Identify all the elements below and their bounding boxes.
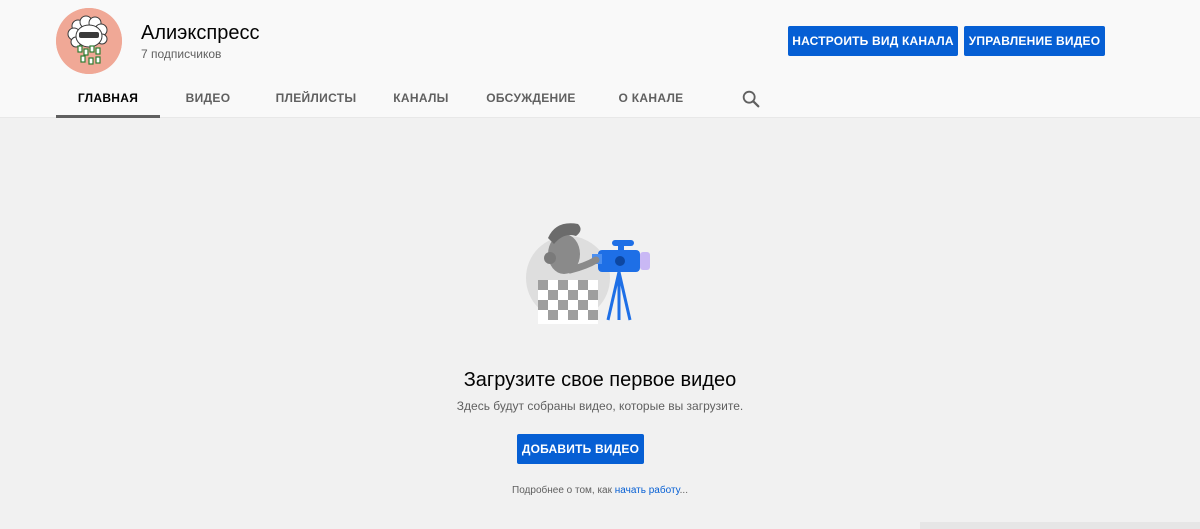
learn-more-suffix: ... (679, 485, 688, 496)
tab-playlists[interactable]: ПЛЕЙЛИСТЫ (256, 80, 376, 118)
subscriber-count: 7 подписчиков (141, 47, 222, 61)
tab-discussion[interactable]: ОБСУЖДЕНИЕ (466, 80, 596, 118)
search-icon[interactable] (740, 88, 762, 110)
tab-home[interactable]: ГЛАВНАЯ (56, 80, 160, 118)
camera-operator-illustration (520, 214, 660, 334)
tab-videos[interactable]: ВИДЕО (160, 80, 256, 118)
channel-content: Загрузите свое первое видео Здесь будут … (0, 118, 1200, 529)
empty-state-title: Загрузите свое первое видео (463, 369, 737, 391)
customize-channel-button[interactable]: НАСТРОИТЬ ВИД КАНАЛА (788, 26, 958, 56)
tab-channels[interactable]: КАНАЛЫ (376, 80, 466, 118)
channel-tabs: ГЛАВНАЯ ВИДЕО ПЛЕЙЛИСТЫ КАНАЛЫ ОБСУЖДЕНИ… (56, 80, 706, 118)
get-started-link[interactable]: начать работу (615, 485, 680, 496)
learn-more-text: Подробнее о том, как начать работу... (0, 484, 1200, 498)
horizontal-scrollbar[interactable] (920, 522, 1200, 529)
avatar-sheep-icon (56, 8, 122, 74)
manage-videos-button[interactable]: УПРАВЛЕНИЕ ВИДЕО (964, 26, 1105, 56)
channel-header: Алиэкспресс 7 подписчиков НАСТРОИТЬ ВИД … (0, 0, 1200, 118)
empty-state-subtitle: Здесь будут собраны видео, которые вы за… (456, 399, 744, 413)
add-video-button[interactable]: ДОБАВИТЬ ВИДЕО (517, 434, 644, 464)
learn-more-prefix: Подробнее о том, как (512, 485, 615, 496)
tab-about[interactable]: О КАНАЛЕ (596, 80, 706, 118)
channel-name: Алиэкспресс (141, 22, 260, 44)
channel-avatar[interactable] (56, 8, 122, 74)
